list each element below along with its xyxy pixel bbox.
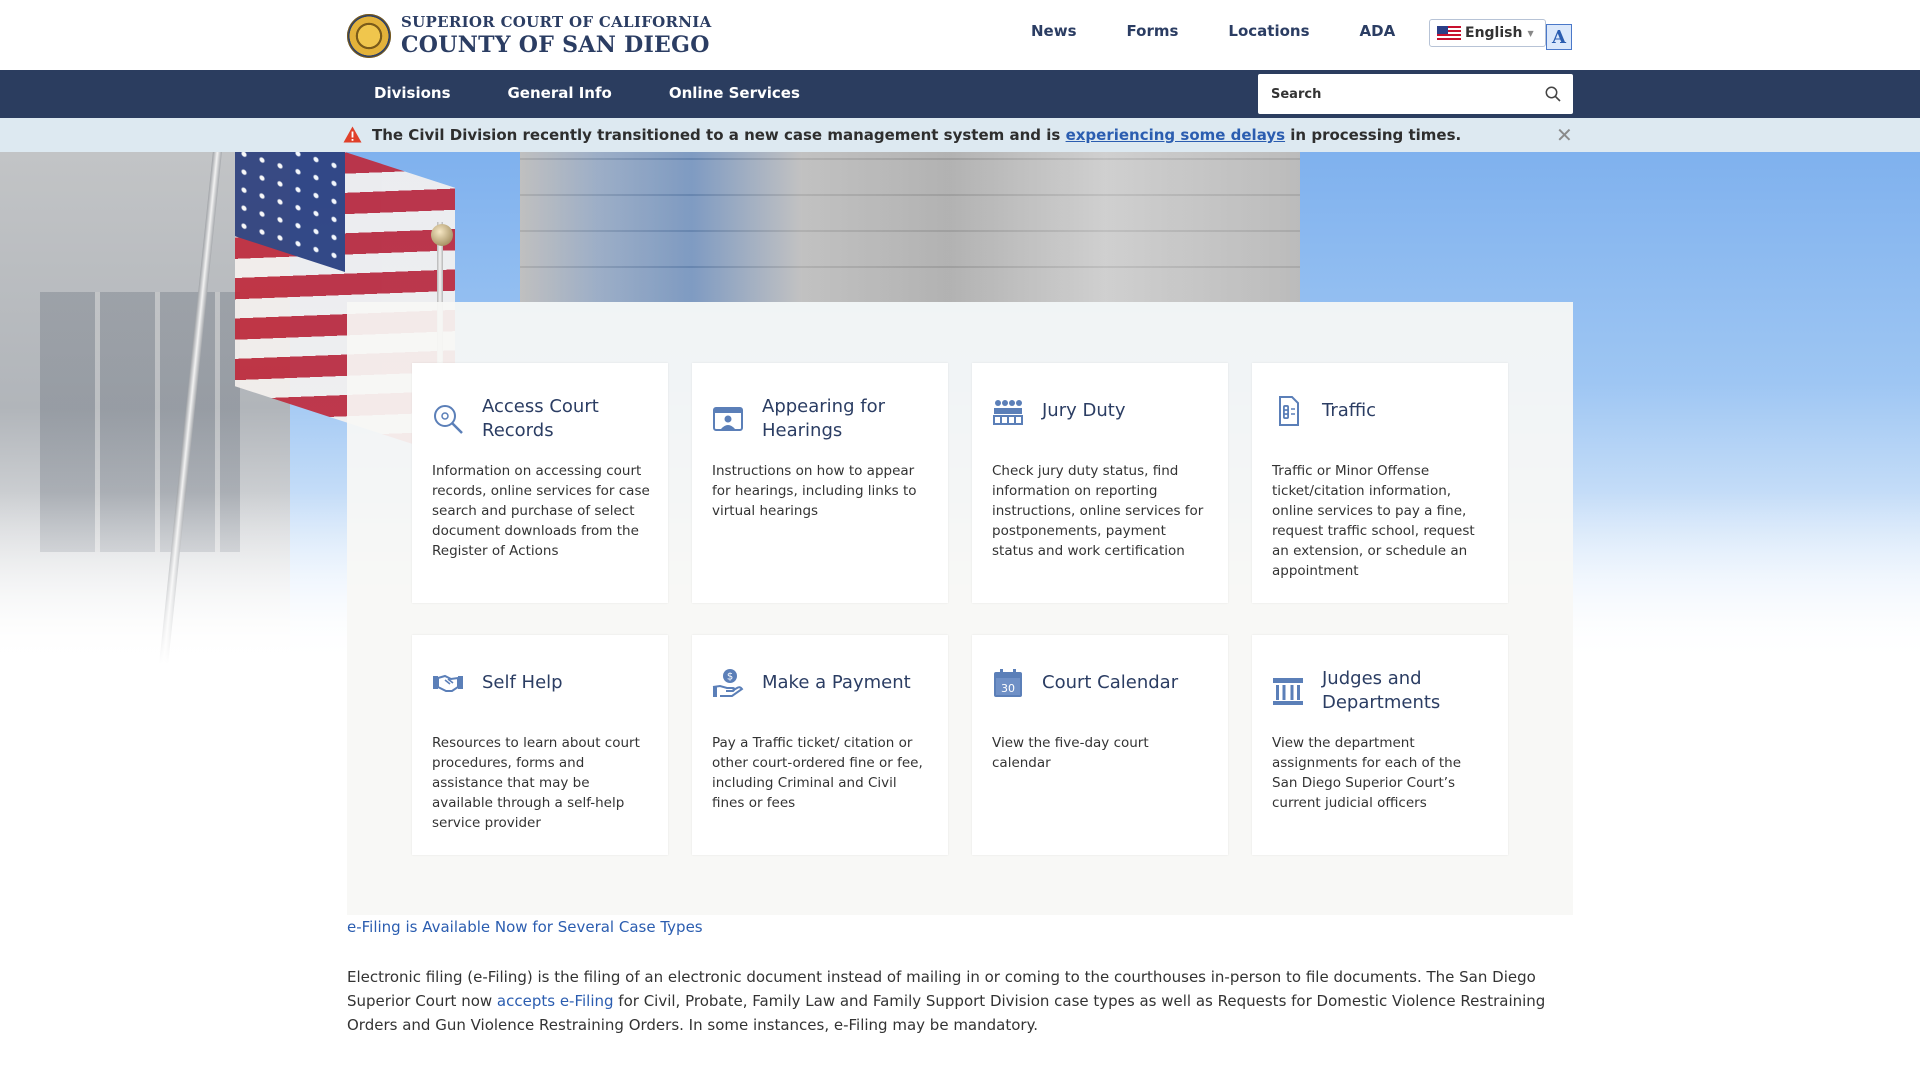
card-header: Judges and Departments xyxy=(1272,667,1492,715)
services-panel: Access Court Records Information on acce… xyxy=(347,302,1573,915)
card-header: Jury Duty xyxy=(992,395,1212,427)
topnav-ada[interactable]: ADA xyxy=(1360,22,1396,40)
calendar-icon: 30 xyxy=(994,669,1022,697)
court-logo[interactable]: SUPERIOR COURT OF CALIFORNIA COUNTY OF S… xyxy=(347,13,712,58)
card-description: Instructions on how to appear for hearin… xyxy=(712,463,917,519)
card-title: Court Calendar xyxy=(1042,672,1179,693)
card-description: View the five-day court calendar xyxy=(992,735,1149,771)
alert-text-before: The Civil Division recently transitioned… xyxy=(372,126,1066,144)
card-appearing-for-hearings[interactable]: Appearing for Hearings Instructions on h… xyxy=(692,363,948,603)
traffic-ticket-icon xyxy=(1279,396,1299,426)
language-select[interactable]: English ▼ xyxy=(1429,19,1546,47)
card-jury-duty[interactable]: Jury Duty Check jury duty status, find i… xyxy=(972,363,1228,603)
card-description: Traffic or Minor Offense ticket/citation… xyxy=(1272,463,1475,579)
efile-heading-link[interactable]: e-Filing is Available Now for Several Ca… xyxy=(347,918,703,936)
efile-accepts-link[interactable]: accepts e-Filing xyxy=(497,992,614,1010)
card-access-court-records[interactable]: Access Court Records Information on acce… xyxy=(412,363,668,603)
svg-text:$: $ xyxy=(727,672,733,683)
card-header: $ Make a Payment xyxy=(712,667,932,699)
courthouse-icon xyxy=(1273,678,1303,705)
accessibility-icon[interactable]: A xyxy=(1546,24,1572,50)
warning-icon xyxy=(343,126,362,143)
search-box xyxy=(1258,74,1573,114)
card-title: Access Court Records xyxy=(482,396,599,441)
search-icon[interactable] xyxy=(1545,86,1561,102)
jury-box-icon xyxy=(993,400,1023,425)
card-header: 30 Court Calendar xyxy=(992,667,1212,699)
card-description: View the department assignments for each… xyxy=(1272,735,1462,811)
card-header: Access Court Records xyxy=(432,395,652,443)
main-navbar: Divisions General Info Online Services xyxy=(0,70,1920,118)
video-hearing-icon xyxy=(713,407,743,431)
card-title: Jury Duty xyxy=(1042,400,1126,421)
logo-text: SUPERIOR COURT OF CALIFORNIA COUNTY OF S… xyxy=(401,13,712,58)
nav-general-info[interactable]: General Info xyxy=(508,84,612,102)
logo-line1: SUPERIOR COURT OF CALIFORNIA xyxy=(401,13,712,31)
card-description: Resources to learn about court procedure… xyxy=(432,735,640,831)
card-self-help[interactable]: Self Help Resources to learn about court… xyxy=(412,635,668,855)
search-input[interactable] xyxy=(1258,74,1533,114)
top-nav: News Forms Locations ADA xyxy=(1031,22,1445,40)
alert-banner: The Civil Division recently transitioned… xyxy=(0,118,1920,152)
logo-line2: COUNTY OF SAN DIEGO xyxy=(401,32,710,58)
card-make-a-payment[interactable]: $ Make a Payment Pay a Traffic ticket/ c… xyxy=(692,635,948,855)
card-traffic[interactable]: Traffic Traffic or Minor Offense ticket/… xyxy=(1252,363,1508,603)
close-icon[interactable]: ✕ xyxy=(1556,123,1573,147)
card-header: Self Help xyxy=(432,667,652,699)
card-description: Pay a Traffic ticket/ citation or other … xyxy=(712,735,923,811)
hero-flagpole-finial xyxy=(431,224,453,246)
handshake-icon xyxy=(433,674,463,692)
card-description: Information on accessing court records, … xyxy=(432,463,650,559)
alert-link[interactable]: experiencing some delays xyxy=(1066,126,1286,144)
nav-online-services[interactable]: Online Services xyxy=(669,84,800,102)
card-header: Traffic xyxy=(1272,395,1492,427)
court-seal-icon xyxy=(347,13,391,58)
payment-hand-icon: $ xyxy=(712,669,744,697)
language-label: English xyxy=(1465,25,1523,41)
card-description: Check jury duty status, find information… xyxy=(992,463,1204,559)
topnav-news[interactable]: News xyxy=(1031,22,1077,40)
card-title: Traffic xyxy=(1322,400,1377,421)
card-title: Self Help xyxy=(482,672,563,693)
hero-building xyxy=(520,152,1300,302)
magnifier-icon xyxy=(434,405,463,434)
us-flag-icon xyxy=(1437,26,1461,40)
card-title: Make a Payment xyxy=(762,672,911,693)
site-header: SUPERIOR COURT OF CALIFORNIA COUNTY OF S… xyxy=(0,0,1920,70)
alert-text-after: in processing times. xyxy=(1285,126,1462,144)
nav-divisions[interactable]: Divisions xyxy=(374,84,451,102)
topnav-forms[interactable]: Forms xyxy=(1127,22,1179,40)
card-header: Appearing for Hearings xyxy=(712,395,932,443)
card-title: Judges and Departments xyxy=(1322,668,1441,713)
chevron-down-icon: ▼ xyxy=(1527,28,1534,38)
efile-paragraph: Electronic filing (e-Filing) is the fili… xyxy=(347,965,1577,1037)
card-court-calendar[interactable]: 30 Court Calendar View the five-day cour… xyxy=(972,635,1228,855)
card-title: Appearing for Hearings xyxy=(762,396,885,441)
topnav-locations[interactable]: Locations xyxy=(1228,22,1309,40)
calendar-day: 30 xyxy=(1001,682,1015,695)
alert-message: The Civil Division recently transitioned… xyxy=(372,126,1461,144)
card-judges-and-departments[interactable]: Judges and Departments View the departme… xyxy=(1252,635,1508,855)
main-nav: Divisions General Info Online Services xyxy=(374,84,857,102)
